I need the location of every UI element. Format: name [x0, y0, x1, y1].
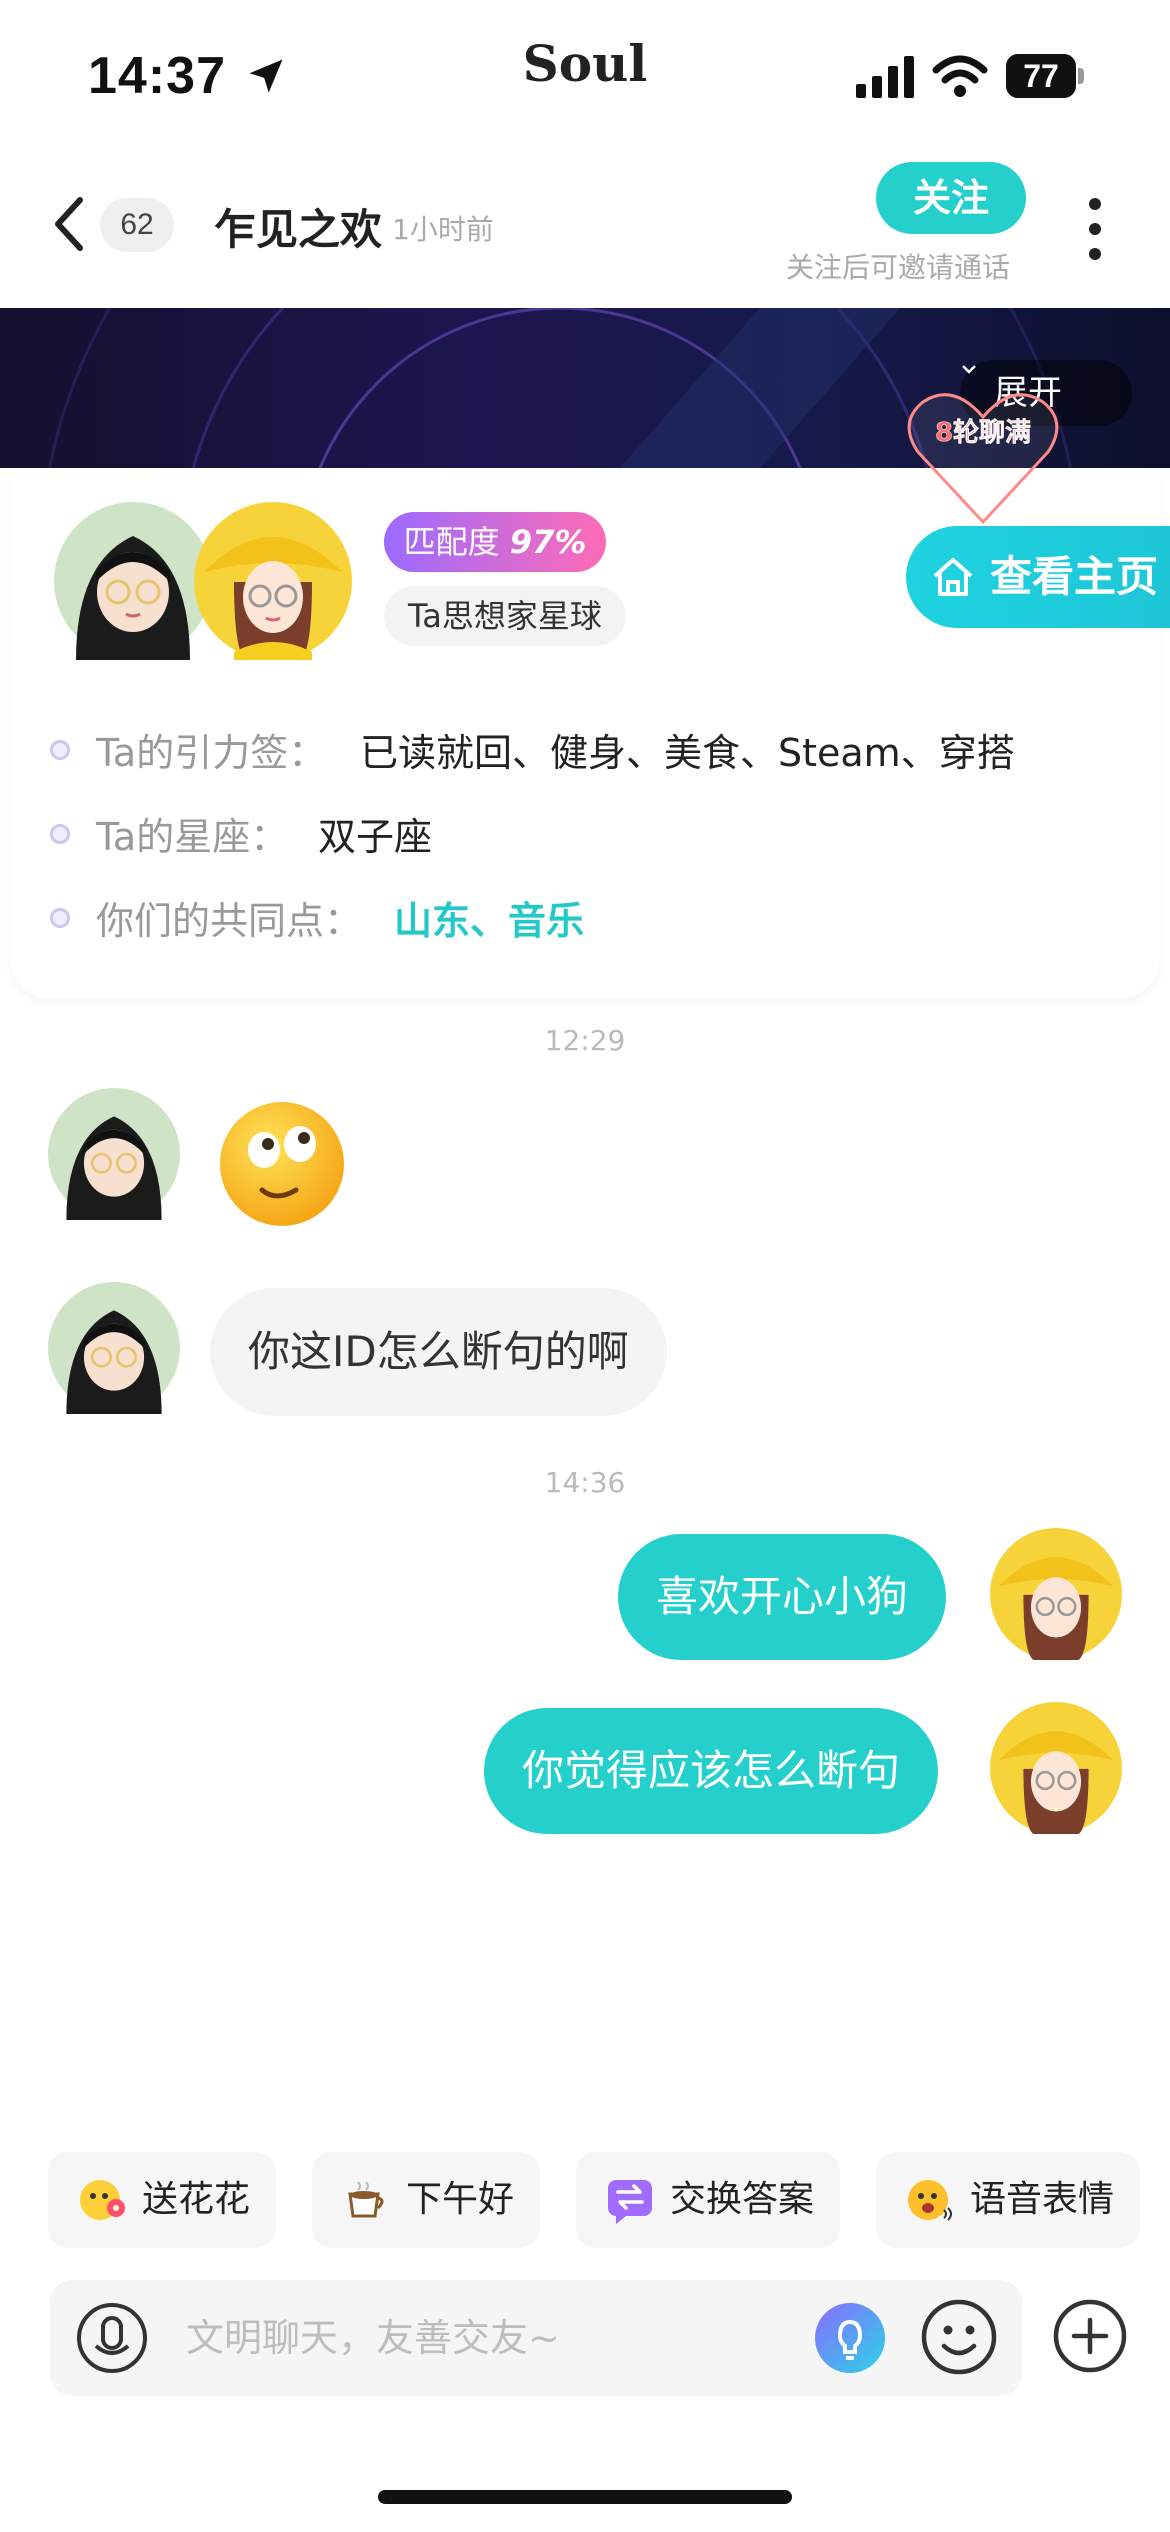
match-prefix: 匹配度	[403, 523, 500, 561]
bullet-dot	[50, 740, 70, 760]
contact-avatar[interactable]	[54, 502, 212, 660]
chat-screen: 14:37 Soul 77 62 乍见之欢 1小时前 关注 关注后可邀请通话 展…	[0, 0, 1170, 2532]
message-timestamp: 12:29	[544, 1024, 626, 1057]
quick-action-good-afternoon[interactable]: 下午好	[312, 2152, 540, 2248]
battery-level: 77	[1006, 54, 1076, 98]
common-value[interactable]: 山东、音乐	[394, 890, 584, 945]
add-attachment-icon[interactable]	[1052, 2298, 1128, 2374]
follow-button[interactable]: 关注	[876, 162, 1026, 234]
bullet-dot	[50, 824, 70, 844]
chip-label: 语音表情	[970, 2179, 1115, 2220]
chat-rounds-heart-badge: 8轮聊满	[898, 382, 1068, 532]
info-row-common: 你们的共同点： 山东、音乐	[50, 890, 1130, 943]
chip-label: 送花花	[142, 2179, 251, 2220]
coffee-icon	[348, 2181, 384, 2218]
quick-action-exchange-answers[interactable]: 交换答案	[576, 2152, 840, 2248]
battery-cap	[1078, 68, 1084, 84]
view-homepage-label: 查看主页	[990, 552, 1159, 601]
quick-action-voice-emoji[interactable]: 语音表情	[876, 2152, 1140, 2248]
info-row-tags: Ta的引力签： 已读就回、健身、美食、Steam、穿搭	[50, 722, 1130, 775]
rolling-eyes-emoji-sticker[interactable]	[216, 1098, 348, 1230]
chat-rounds-label: 8轮聊满	[934, 418, 1032, 449]
back-chevron-icon[interactable]	[50, 194, 90, 254]
app-brand-logo: Soul	[522, 34, 648, 93]
home-indicator	[378, 2490, 792, 2504]
lightbulb-icon[interactable]	[814, 2302, 886, 2374]
message-input[interactable]	[186, 2298, 826, 2378]
incoming-message-bubble[interactable]: 你这ID怎么断句的啊	[210, 1288, 667, 1416]
chip-label: 交换答案	[670, 2179, 815, 2220]
planet-tag[interactable]: Ta思想家星球	[384, 586, 626, 646]
chip-label: 下午好	[406, 2179, 515, 2220]
exchange-icon	[608, 2180, 652, 2224]
zodiac-value: 双子座	[318, 815, 433, 859]
zodiac-label: Ta的星座：	[96, 815, 289, 859]
follow-hint: 关注后可邀请通话	[786, 251, 1011, 284]
bullet-dot	[50, 908, 70, 928]
outgoing-message-bubble[interactable]: 喜欢开心小狗	[618, 1534, 947, 1660]
contact-avatar[interactable]	[48, 1088, 180, 1220]
view-homepage-button[interactable]: 查看主页	[906, 526, 1170, 628]
match-percentage: 97%	[509, 523, 587, 561]
last-seen-time: 1小时前	[392, 213, 494, 246]
message-timestamp: 14:36	[544, 1466, 626, 1499]
flower-emoji-icon	[80, 2180, 125, 2220]
outgoing-message-bubble[interactable]: 你觉得应该怎么断句	[484, 1708, 939, 1834]
cellular-signal-icon	[856, 56, 914, 98]
heart-outline-icon	[907, 393, 1059, 525]
unread-count-badge[interactable]: 62	[100, 198, 174, 252]
voice-input-icon[interactable]	[76, 2302, 148, 2374]
contact-name[interactable]: 乍见之欢	[214, 196, 382, 257]
contact-avatar[interactable]	[48, 1282, 180, 1414]
my-avatar[interactable]	[194, 502, 352, 660]
quick-action-send-flower[interactable]: 送花花	[48, 2152, 276, 2248]
my-avatar[interactable]	[990, 1528, 1122, 1660]
tags-value: 已读就回、健身、美食、Steam、穿搭	[360, 731, 1015, 775]
tags-label: Ta的引力签：	[96, 731, 327, 775]
home-icon	[933, 558, 973, 596]
chat-header: 62 乍见之欢 1小时前 关注 关注后可邀请通话	[0, 150, 1170, 308]
battery-indicator: 77	[1006, 54, 1084, 98]
chevron-down-icon	[962, 365, 976, 374]
more-options-icon[interactable]	[1080, 194, 1110, 264]
wifi-icon	[932, 55, 988, 97]
match-score-badge: 匹配度 97%	[384, 512, 606, 572]
match-profile-card: 匹配度 97% Ta思想家星球 查看主页 8轮聊满 Ta的引力签： 已读就回、健…	[10, 393, 1170, 998]
message-input-bar	[50, 2280, 1022, 2396]
emoji-smiley-icon[interactable]	[920, 2298, 998, 2376]
common-label: 你们的共同点：	[96, 899, 363, 943]
status-bar: 14:37 Soul 77	[0, 0, 1170, 150]
voice-emoji-icon	[908, 2180, 952, 2221]
my-avatar[interactable]	[990, 1702, 1122, 1834]
info-row-zodiac: Ta的星座： 双子座	[50, 806, 1130, 859]
